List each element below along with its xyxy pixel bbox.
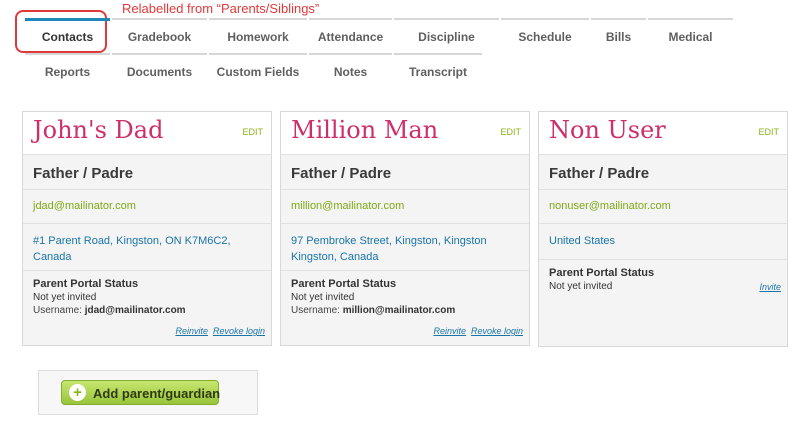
contact-card: Million Man EDIT Father / Padre million@…	[280, 111, 530, 346]
add-parent-label: Add parent/guardian	[93, 386, 221, 401]
portal-actions: Reinvite Revoke login	[428, 326, 523, 336]
tab-label: Schedule	[518, 30, 572, 44]
address-link[interactable]: United States	[539, 224, 787, 260]
tab-notes[interactable]: Notes	[309, 53, 392, 83]
edit-link[interactable]: EDIT	[500, 127, 521, 137]
annotation-text: Relabelled from “Parents/Siblings”	[122, 1, 320, 16]
portal-heading: Parent Portal Status	[291, 278, 397, 290]
tab-label: Gradebook	[127, 30, 192, 44]
revoke-login-link[interactable]: Revoke login	[213, 326, 265, 336]
portal-status-section: Parent Portal Status Not yet invited Inv…	[539, 260, 787, 292]
tab-documents[interactable]: Documents	[112, 53, 207, 83]
tab-label: Custom Fields	[216, 65, 300, 79]
plus-icon: +	[69, 384, 86, 401]
email-link[interactable]: jdad@mailinator.com	[23, 190, 271, 224]
username-label: Username:	[33, 305, 82, 316]
portal-status: Not yet invited	[549, 281, 613, 292]
tab-label: Transcript	[408, 65, 468, 79]
tab-discipline[interactable]: Discipline	[394, 18, 499, 48]
contact-card: Non User EDIT Father / Padre nonuser@mai…	[538, 111, 788, 347]
tab-label: Reports	[44, 65, 91, 79]
tab-schedule[interactable]: Schedule	[501, 18, 589, 48]
address-link[interactable]: #1 Parent Road, Kingston, ON K7M6C2, Can…	[23, 224, 271, 271]
tab-label: Notes	[333, 65, 368, 79]
portal-status-section: Parent Portal Status Not yet invited Use…	[281, 271, 529, 336]
revoke-login-link[interactable]: Revoke login	[471, 326, 523, 336]
contact-card: John's Dad EDIT Father / Padre jdad@mail…	[22, 111, 272, 346]
tab-bills[interactable]: Bills	[591, 18, 646, 48]
tab-label: Contacts	[41, 30, 94, 44]
edit-link[interactable]: EDIT	[242, 127, 263, 137]
reinvite-link[interactable]: Reinvite	[175, 326, 208, 336]
username-value: jdad@mailinator.com	[84, 305, 186, 316]
tab-label: Attendance	[317, 30, 384, 44]
relationship: Father / Padre	[23, 155, 271, 190]
tab-label: Medical	[668, 30, 713, 44]
relationship: Father / Padre	[281, 155, 529, 190]
address-link[interactable]: 97 Pembroke Street, Kingston, Kingston K…	[281, 224, 529, 271]
tab-label: Documents	[126, 65, 193, 79]
username-row: Username: million@mailinator.com	[291, 305, 519, 316]
portal-actions: Reinvite Revoke login	[170, 326, 265, 336]
portal-heading: Parent Portal Status	[33, 278, 139, 290]
portal-actions: Invite	[754, 282, 781, 292]
portal-status-section: Parent Portal Status Not yet invited Use…	[23, 271, 271, 336]
email-link[interactable]: nonuser@mailinator.com	[539, 190, 787, 224]
relationship: Father / Padre	[539, 155, 787, 190]
edit-link[interactable]: EDIT	[758, 127, 779, 137]
portal-status: Not yet invited	[291, 292, 355, 303]
tab-gradebook[interactable]: Gradebook	[112, 18, 207, 48]
portal-status: Not yet invited	[33, 292, 97, 303]
contact-name-row: John's Dad EDIT	[23, 112, 271, 155]
tab-homework[interactable]: Homework	[209, 18, 307, 48]
portal-heading: Parent Portal Status	[549, 267, 655, 279]
contact-name: John's Dad	[33, 116, 164, 144]
add-parent-button[interactable]: + Add parent/guardian	[61, 380, 221, 405]
contact-name-row: Non User EDIT	[539, 112, 787, 155]
tab-custom-fields[interactable]: Custom Fields	[209, 53, 307, 83]
tab-label: Homework	[227, 30, 289, 44]
tab-contacts[interactable]: Contacts	[25, 18, 110, 48]
email-link[interactable]: million@mailinator.com	[281, 190, 529, 224]
username-value: million@mailinator.com	[342, 305, 456, 316]
tab-label: Bills	[605, 30, 632, 44]
contact-name: Non User	[549, 116, 666, 144]
tab-transcript[interactable]: Transcript	[394, 53, 482, 83]
username-label: Username:	[291, 305, 340, 316]
reinvite-link[interactable]: Reinvite	[433, 326, 466, 336]
invite-link[interactable]: Invite	[759, 282, 781, 292]
tab-attendance[interactable]: Attendance	[309, 18, 392, 48]
contact-name: Million Man	[291, 116, 439, 144]
add-parent-panel: + Add parent/guardian	[38, 370, 258, 415]
contact-name-row: Million Man EDIT	[281, 112, 529, 155]
tab-reports[interactable]: Reports	[25, 53, 110, 83]
tab-medical[interactable]: Medical	[648, 18, 733, 48]
tab-label: Discipline	[418, 30, 475, 44]
username-row: Username: jdad@mailinator.com	[33, 305, 261, 316]
